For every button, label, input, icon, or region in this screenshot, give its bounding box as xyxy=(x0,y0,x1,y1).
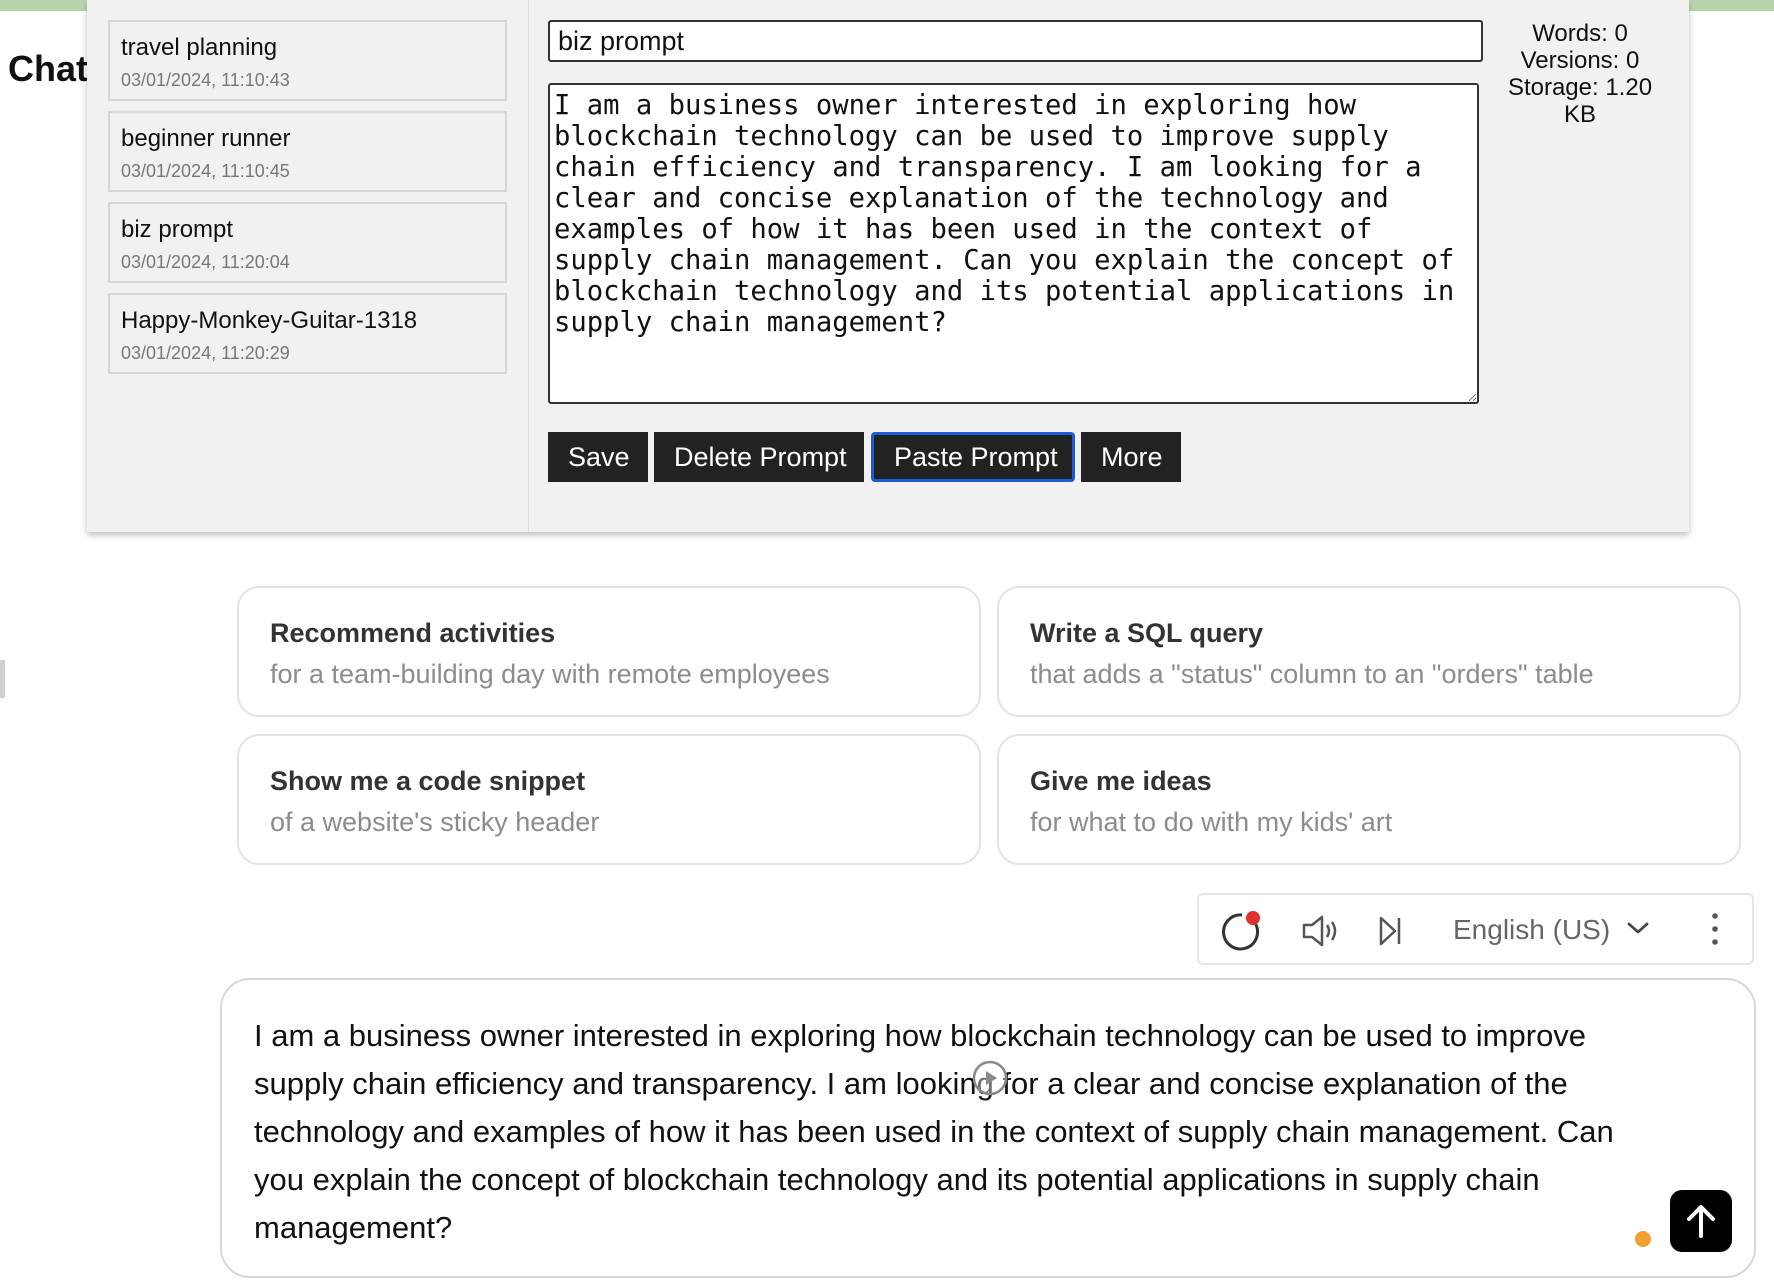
suggestion-card[interactable]: Give me ideas for what to do with my kid… xyxy=(997,734,1741,865)
suggestion-title: Show me a code snippet xyxy=(270,766,586,796)
chat-input-text[interactable]: I am a business owner interested in expl… xyxy=(254,1012,1654,1252)
prompt-date: 03/01/2024, 11:20:29 xyxy=(121,343,290,363)
prompt-list-item[interactable]: travel planning 03/01/2024, 11:10:43 xyxy=(108,20,507,101)
suggestion-card[interactable]: Show me a code snippet of a website's st… xyxy=(237,734,981,865)
prompt-list: travel planning 03/01/2024, 11:10:43 beg… xyxy=(87,0,529,532)
suggestion-title: Give me ideas xyxy=(1030,766,1212,796)
suggestion-card[interactable]: Write a SQL query that adds a "status" c… xyxy=(997,586,1741,717)
suggestion-title: Write a SQL query xyxy=(1030,618,1264,648)
skip-icon[interactable] xyxy=(1377,913,1405,954)
suggestion-card[interactable]: Recommend activities for a team-building… xyxy=(237,586,981,717)
prompt-list-item[interactable]: Happy-Monkey-Guitar-1318 03/01/2024, 11:… xyxy=(108,293,507,374)
sidebar-toggle-handle[interactable] xyxy=(0,660,5,698)
prompt-body-textarea[interactable]: I am a business owner interested in expl… xyxy=(548,83,1479,404)
prompt-manager-panel: travel planning 03/01/2024, 11:10:43 beg… xyxy=(87,0,1689,532)
more-vertical-icon[interactable] xyxy=(1711,911,1719,952)
save-button[interactable]: Save xyxy=(548,432,648,482)
status-indicator-dot xyxy=(1635,1231,1651,1247)
prompt-name: Happy-Monkey-Guitar-1318 xyxy=(121,307,418,334)
language-selector[interactable]: English (US) xyxy=(1453,914,1610,946)
play-icon[interactable] xyxy=(972,1060,1008,1096)
word-count: Words: 0 xyxy=(1532,20,1628,47)
arrow-up-icon xyxy=(1687,1205,1715,1238)
prompt-date: 03/01/2024, 11:20:04 xyxy=(121,252,290,272)
paste-prompt-button[interactable]: Paste Prompt xyxy=(871,432,1075,482)
prompt-list-item[interactable]: biz prompt 03/01/2024, 11:20:04 xyxy=(108,202,507,283)
suggestion-subtitle: for what to do with my kids' art xyxy=(1030,807,1393,837)
app-title: Chat xyxy=(8,48,88,89)
prompt-name: beginner runner xyxy=(121,125,291,152)
chat-input-box[interactable]: I am a business owner interested in expl… xyxy=(220,978,1756,1278)
delete-prompt-button[interactable]: Delete Prompt xyxy=(654,432,864,482)
suggestion-subtitle: that adds a "status" column to an "order… xyxy=(1030,659,1594,689)
voice-toolbar: English (US) xyxy=(1197,893,1754,965)
prompt-title-input[interactable] xyxy=(548,20,1483,62)
prompt-list-item[interactable]: beginner runner 03/01/2024, 11:10:45 xyxy=(108,111,507,192)
suggestion-title: Recommend activities xyxy=(270,618,556,648)
suggestion-subtitle: for a team-building day with remote empl… xyxy=(270,659,830,689)
suggestion-subtitle: of a website's sticky header xyxy=(270,807,600,837)
version-count: Versions: 0 xyxy=(1520,47,1640,74)
prompt-name: travel planning xyxy=(121,34,278,61)
chevron-down-icon[interactable] xyxy=(1626,919,1650,942)
speaker-icon[interactable] xyxy=(1300,913,1340,954)
send-button[interactable] xyxy=(1670,1190,1732,1252)
prompt-date: 03/01/2024, 11:10:43 xyxy=(121,70,290,90)
record-icon[interactable] xyxy=(1219,909,1265,960)
prompt-stats: Words: 0 Versions: 0 Storage: 1.20 KB xyxy=(1505,20,1655,128)
storage-size: Storage: 1.20 KB xyxy=(1507,74,1653,128)
prompt-date: 03/01/2024, 11:10:45 xyxy=(121,161,290,181)
more-button[interactable]: More xyxy=(1081,432,1181,482)
prompt-name: biz prompt xyxy=(121,216,234,243)
